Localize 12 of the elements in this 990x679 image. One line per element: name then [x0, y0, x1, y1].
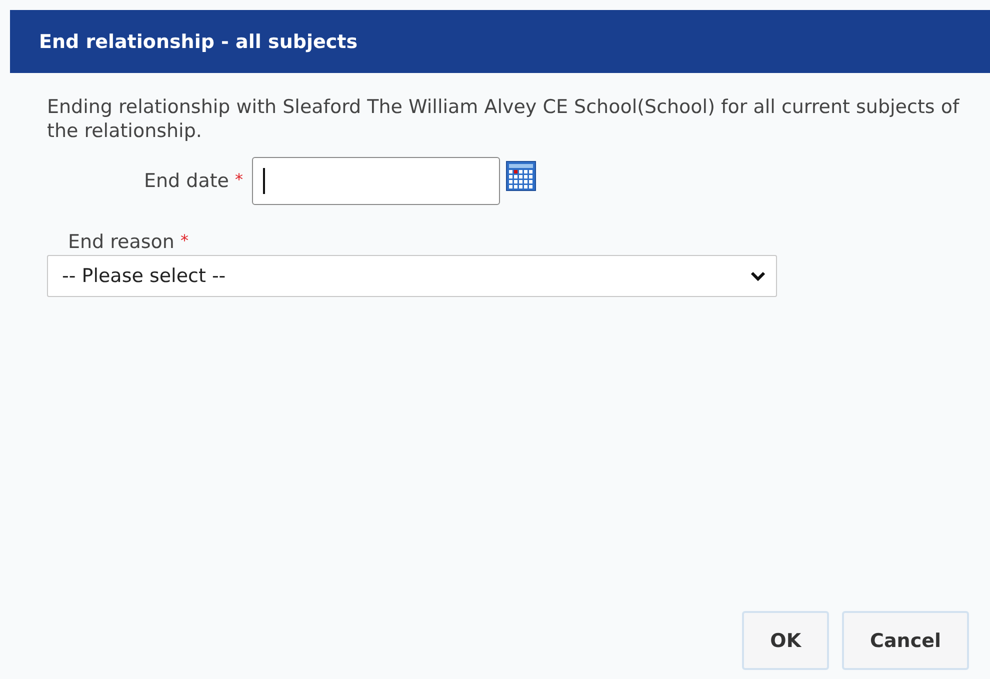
- calendar-icon[interactable]: [506, 161, 536, 191]
- reason-dropdown[interactable]: -- Please select --: [47, 255, 777, 297]
- field-label: End date: [144, 170, 229, 192]
- ok-button[interactable]: OK: [742, 611, 830, 670]
- required-mark: *: [180, 231, 188, 250]
- required-mark: *: [235, 170, 243, 189]
- message-text: Ending relationship with Sleaford The William Alvey CE School(School) for all current subjects of the relationship.: [47, 95, 960, 143]
- field-label: End reason: [68, 231, 174, 253]
- date-input-field[interactable]: [252, 157, 500, 205]
- cancel-button[interactable]: Cancel: [842, 611, 969, 670]
- chevron-down-icon: [750, 271, 766, 281]
- dialog-title: End relationship - all subjects: [39, 30, 358, 52]
